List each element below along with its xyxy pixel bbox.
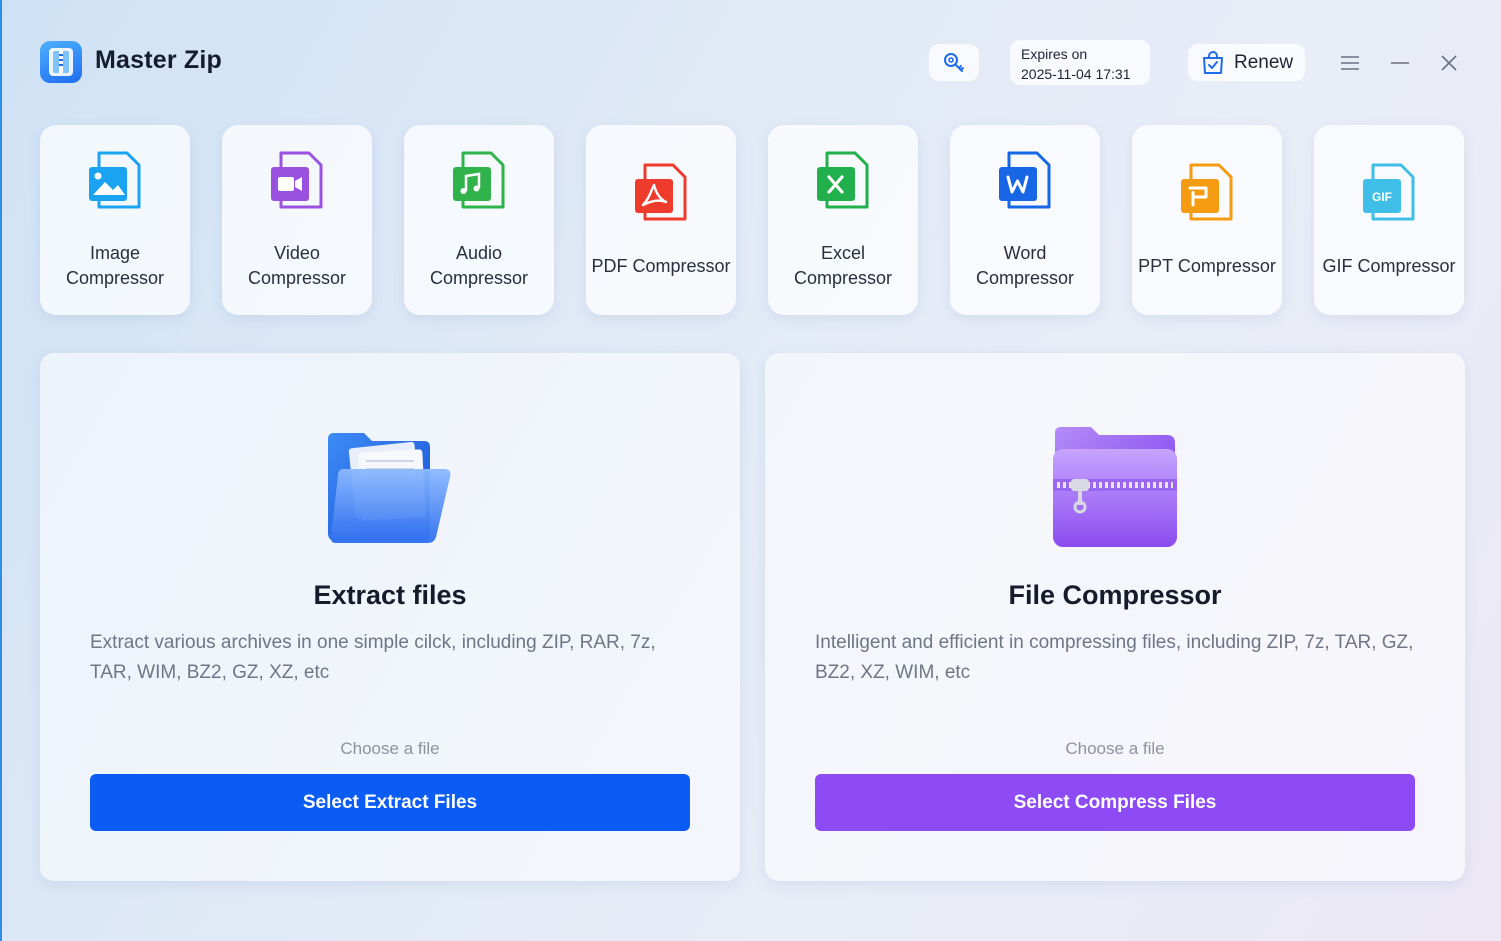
close-icon: [1441, 55, 1457, 71]
ppt-file-icon: [1181, 163, 1233, 221]
expires-date: 2025-11-04 17:31: [1021, 66, 1131, 82]
tool-label: Excel Compressor: [793, 243, 893, 288]
word-file-icon: [999, 151, 1051, 209]
image-file-icon: [89, 151, 141, 209]
zipped-folder-icon: [1053, 427, 1177, 547]
compress-title: File Compressor: [1008, 580, 1222, 610]
tool-video-compressor[interactable]: Video Compressor: [222, 125, 372, 315]
tool-label: Video Compressor: [247, 243, 347, 288]
tool-label: PDF Compressor: [591, 256, 731, 276]
video-file-icon: [271, 151, 323, 209]
tool-label: GIF Compressor: [1322, 256, 1456, 276]
tool-audio-compressor[interactable]: Audio Compressor: [404, 125, 554, 315]
tool-label: Word Compressor: [975, 243, 1075, 288]
extract-description: Extract various archives in one simple c…: [90, 632, 656, 683]
key-search-icon: [944, 52, 964, 72]
tool-excel-compressor[interactable]: Excel Compressor: [768, 125, 918, 315]
tool-pdf-compressor[interactable]: PDF Compressor: [586, 125, 736, 315]
minimize-button[interactable]: [1387, 50, 1413, 76]
compress-description: Intelligent and efficient in compressing…: [815, 632, 1414, 683]
tool-label: PPT Compressor: [1138, 256, 1276, 276]
expiry-info: Expires on 2025-11-04 17:31: [1010, 40, 1150, 85]
select-compress-files-button[interactable]: Select Compress Files: [815, 774, 1415, 831]
tool-ppt-compressor[interactable]: PPT Compressor: [1132, 125, 1282, 315]
extract-choose-hint: Choose a file: [340, 739, 440, 758]
excel-file-icon: [817, 151, 869, 209]
audio-file-icon: [453, 151, 505, 209]
svg-text:GIF: GIF: [1372, 190, 1392, 204]
tool-image-compressor[interactable]: Image Compressor: [40, 125, 190, 315]
renew-button[interactable]: Renew: [1188, 44, 1305, 81]
renew-label: Renew: [1234, 51, 1294, 73]
tool-label: Audio Compressor: [429, 243, 529, 288]
app-title: Master Zip: [95, 46, 223, 74]
shopping-bag-check-icon: [1203, 50, 1223, 74]
tool-word-compressor[interactable]: Word Compressor: [950, 125, 1100, 315]
hamburger-icon: [1341, 56, 1359, 70]
minimize-icon: [1391, 62, 1409, 64]
open-folder-icon: [328, 433, 451, 543]
select-extract-files-button[interactable]: Select Extract Files: [90, 774, 690, 831]
gif-file-icon: GIF: [1363, 163, 1415, 221]
license-key-button[interactable]: [929, 44, 979, 81]
pdf-file-icon: [635, 163, 687, 221]
extract-title: Extract files: [313, 580, 467, 610]
compress-choose-hint: Choose a file: [1065, 739, 1165, 758]
expires-label: Expires on: [1021, 46, 1088, 62]
app-logo: [40, 41, 82, 83]
tool-gif-compressor[interactable]: GIF GIF Compressor: [1314, 125, 1464, 315]
extract-panel: Extract files Extract various archives i…: [40, 353, 740, 881]
window-left-border: [0, 0, 2, 941]
tool-label: Image Compressor: [65, 243, 165, 288]
close-button[interactable]: [1436, 50, 1462, 76]
compress-panel: File Compressor Intelligent and efficien…: [765, 353, 1465, 881]
menu-button[interactable]: [1337, 50, 1363, 76]
